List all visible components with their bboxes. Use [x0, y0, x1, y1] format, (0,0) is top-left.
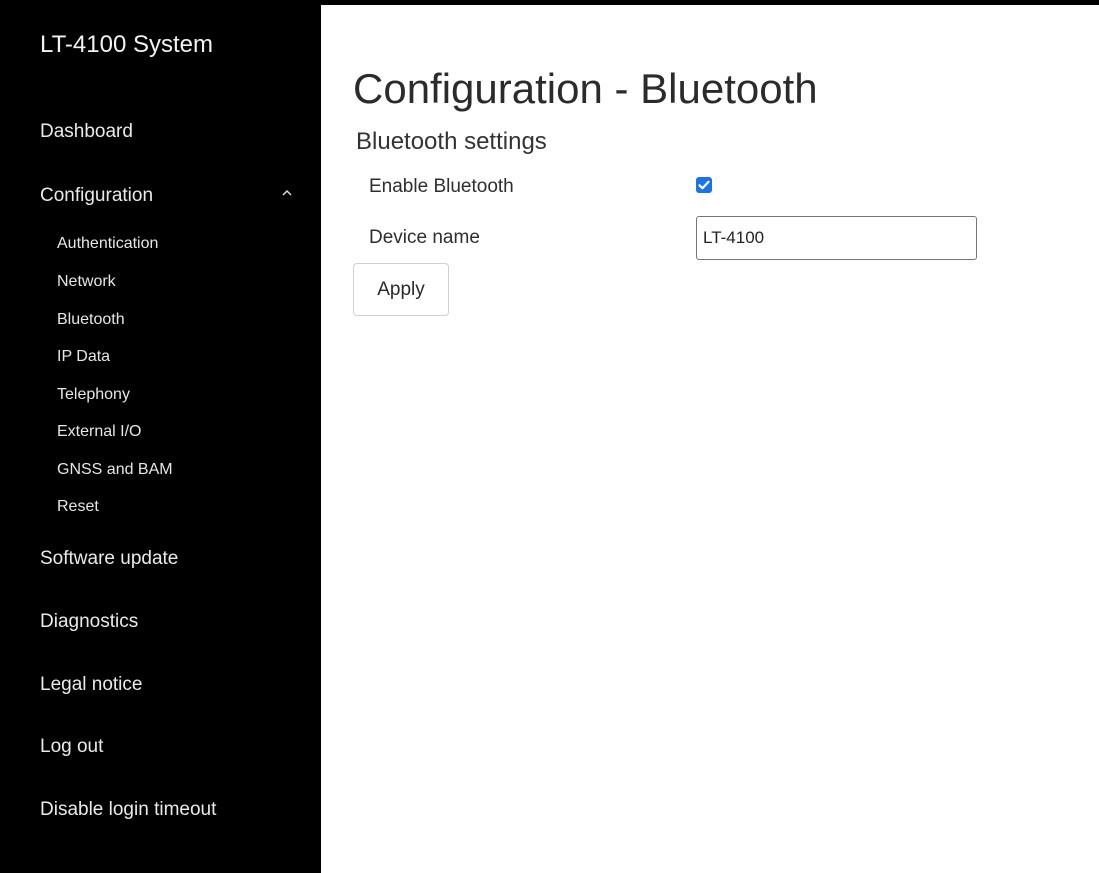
enable-bluetooth-checkbox[interactable]	[696, 177, 712, 193]
sidebar-item-dashboard[interactable]: Dashboard	[40, 121, 133, 143]
sidebar-item-diagnostics[interactable]: Diagnostics	[40, 611, 138, 633]
sidebar-subitem-authentication[interactable]: Authentication	[57, 235, 158, 253]
sidebar-subitem-telephony[interactable]: Telephony	[57, 386, 130, 404]
sidebar-item-software-update[interactable]: Software update	[40, 548, 178, 570]
checkmark-icon	[698, 180, 710, 190]
device-name-input[interactable]	[696, 216, 977, 260]
sidebar-item-log-out[interactable]: Log out	[40, 736, 103, 758]
sidebar-subitem-ip-data[interactable]: IP Data	[57, 348, 110, 366]
app-title: LT-4100 System	[40, 31, 213, 58]
sidebar: LT-4100 System Dashboard Configuration A…	[4, 5, 321, 873]
sidebar-subitem-bluetooth[interactable]: Bluetooth	[57, 311, 125, 329]
apply-button[interactable]: Apply	[353, 263, 449, 316]
page-title: Configuration - Bluetooth	[353, 65, 818, 112]
sidebar-subitem-network[interactable]: Network	[57, 273, 116, 291]
sidebar-subitem-external-io[interactable]: External I/O	[57, 423, 141, 441]
sidebar-item-configuration[interactable]: Configuration	[40, 185, 153, 207]
sidebar-item-legal-notice[interactable]: Legal notice	[40, 674, 142, 696]
main-content: Configuration - Bluetooth Bluetooth sett…	[321, 5, 1099, 873]
sidebar-subitem-reset[interactable]: Reset	[57, 498, 99, 516]
app-frame: LT-4100 System Dashboard Configuration A…	[0, 0, 1099, 873]
section-title: Bluetooth settings	[356, 128, 547, 155]
device-name-label: Device name	[369, 227, 480, 248]
sidebar-item-disable-login-timeout[interactable]: Disable login timeout	[40, 799, 216, 821]
sidebar-subitem-gnss-and-bam[interactable]: GNSS and BAM	[57, 461, 173, 479]
enable-bluetooth-label: Enable Bluetooth	[369, 176, 514, 197]
chevron-up-icon[interactable]	[281, 188, 293, 198]
